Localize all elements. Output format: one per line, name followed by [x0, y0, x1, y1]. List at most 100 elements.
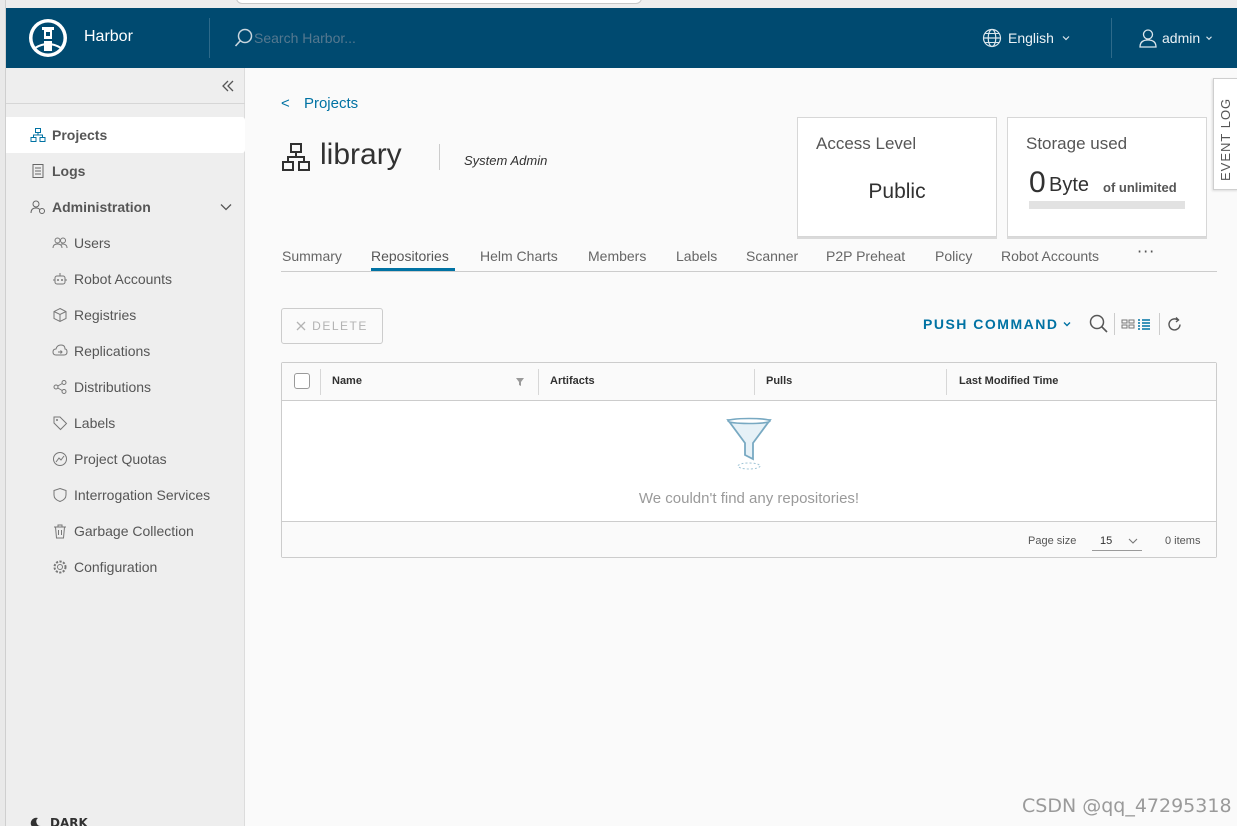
sidebar-item-label: Distributions [74, 379, 152, 395]
header-divider [209, 18, 210, 58]
storage-limit: of unlimited [1103, 180, 1177, 195]
tab-members[interactable]: Members [588, 248, 646, 264]
language-selector[interactable]: English [982, 26, 1072, 50]
globe-icon [982, 28, 1002, 48]
refresh-icon[interactable] [1166, 316, 1183, 333]
replications-icon [52, 343, 68, 359]
brand-name[interactable]: Harbor [84, 28, 133, 46]
theme-toggle[interactable]: DARK [30, 816, 88, 826]
storage-progress-bar [1029, 201, 1185, 209]
chevron-down-icon [1063, 322, 1071, 327]
tabs-more-button[interactable]: ··· [1137, 242, 1155, 261]
column-separator[interactable] [946, 369, 947, 395]
sidebar-item-label: Robot Accounts [74, 271, 173, 287]
column-header-artifacts[interactable]: Artifacts [550, 375, 595, 387]
sidebar-item-users[interactable]: Users [6, 225, 245, 261]
sidebar-item-administration[interactable]: Administration [6, 189, 245, 225]
column-header-name[interactable]: Name [332, 375, 362, 387]
sidebar-item-registries[interactable]: Registries [6, 297, 245, 333]
sidebar-item-garbage-collection[interactable]: Garbage Collection [6, 513, 245, 549]
tab-robot-accounts[interactable]: Robot Accounts [1001, 248, 1099, 264]
sidebar-item-logs[interactable]: Logs [6, 153, 245, 189]
sidebar-item-replications[interactable]: Replications [6, 333, 245, 369]
sidebar-item-robot-accounts[interactable]: Robot Accounts [6, 261, 245, 297]
browser-url-bar[interactable] [236, 0, 642, 4]
card-view-icon[interactable] [1121, 317, 1135, 331]
column-separator[interactable] [754, 369, 755, 395]
column-header-last-modified[interactable]: Last Modified Time [959, 375, 1058, 387]
sidebar-item-project-quotas[interactable]: Project Quotas [6, 441, 245, 477]
tab-policy[interactable]: Policy [935, 248, 972, 264]
tab-scanner[interactable]: Scanner [746, 248, 798, 264]
sidebar-item-label: Users [74, 235, 111, 251]
global-search-input[interactable] [254, 26, 654, 50]
sidebar-item-projects[interactable]: Projects [6, 117, 245, 153]
page-size-label: Page size [1028, 535, 1077, 547]
column-separator [320, 369, 321, 395]
datagrid-header: Name Artifacts Pulls Last Modified Time [282, 363, 1216, 401]
project-role: System Admin [464, 153, 548, 168]
sidebar-item-label: Configuration [74, 559, 158, 575]
theme-label: DARK [50, 816, 88, 826]
page-size-select[interactable]: 15 [1092, 529, 1142, 551]
user-icon [1139, 29, 1157, 48]
double-chevron-left-icon[interactable] [221, 79, 235, 93]
sidebar-item-configuration[interactable]: Configuration [6, 549, 245, 585]
header-divider [1111, 18, 1112, 58]
app-header: Harbor English admin [6, 8, 1237, 68]
access-level-card: Access Level Public [797, 117, 997, 237]
sidebar-item-label: Project Quotas [74, 451, 167, 467]
robot-icon [52, 271, 68, 287]
watermark: CSDN @qq_47295318 [1022, 795, 1232, 817]
toolbar-divider [1114, 313, 1115, 335]
filter-icon[interactable] [515, 377, 525, 387]
sidebar-item-distributions[interactable]: Distributions [6, 369, 245, 405]
project-tabs: Summary Repositories Helm Charts Members… [281, 240, 1217, 272]
delete-button[interactable]: DELETE [281, 308, 383, 344]
sidebar-item-label: Administration [52, 199, 151, 215]
tab-repositories[interactable]: Repositories [371, 248, 449, 264]
sidebar-item-label: Interrogation Services [74, 487, 211, 503]
sidebar-item-label: Labels [74, 415, 116, 431]
close-icon [296, 321, 306, 331]
toolbar-divider [1159, 313, 1160, 335]
language-label: English [1008, 30, 1054, 46]
moon-icon [30, 817, 41, 826]
list-view-icon[interactable] [1137, 317, 1151, 331]
sidebar-item-labels[interactable]: Labels [6, 405, 245, 441]
chevron-down-icon [1062, 36, 1070, 41]
repositories-datagrid: Name Artifacts Pulls Last Modified Time … [281, 362, 1217, 558]
active-tab-indicator [371, 268, 455, 271]
tab-summary[interactable]: Summary [282, 248, 342, 264]
chevron-down-icon [1128, 538, 1138, 544]
gear-icon [52, 559, 68, 575]
registries-icon [52, 307, 68, 323]
breadcrumb[interactable]: < Projects [281, 95, 358, 112]
project-icon [282, 143, 310, 171]
access-level-value: Public [868, 180, 926, 203]
distributions-icon [52, 379, 68, 395]
quota-icon [52, 451, 68, 467]
empty-filter-funnel-icon [726, 417, 772, 470]
push-command-dropdown[interactable]: PUSH COMMAND [923, 316, 1072, 332]
chevron-down-icon [1206, 36, 1213, 41]
select-all-checkbox[interactable] [294, 373, 310, 389]
sidebar-item-label: Projects [52, 127, 108, 143]
tab-p2p-preheat[interactable]: P2P Preheat [826, 248, 905, 264]
user-menu[interactable]: admin [1138, 26, 1214, 50]
search-icon [234, 28, 253, 47]
tab-helm-charts[interactable]: Helm Charts [480, 248, 558, 264]
column-separator[interactable] [538, 369, 539, 395]
sidebar-item-label: Registries [74, 307, 137, 323]
page-title: library [320, 138, 402, 171]
shield-icon [52, 487, 68, 503]
search-icon[interactable] [1089, 314, 1109, 334]
tab-labels[interactable]: Labels [676, 248, 717, 264]
column-header-pulls[interactable]: Pulls [766, 375, 792, 387]
harbor-logo-icon[interactable] [28, 18, 68, 58]
breadcrumb-projects-link[interactable]: Projects [304, 95, 358, 112]
delete-button-label: DELETE [312, 319, 368, 333]
sidebar-item-interrogation-services[interactable]: Interrogation Services [6, 477, 245, 513]
event-log-tab[interactable]: EVENT LOG [1213, 78, 1237, 190]
datagrid-footer: Page size 15 0 items [282, 521, 1216, 557]
